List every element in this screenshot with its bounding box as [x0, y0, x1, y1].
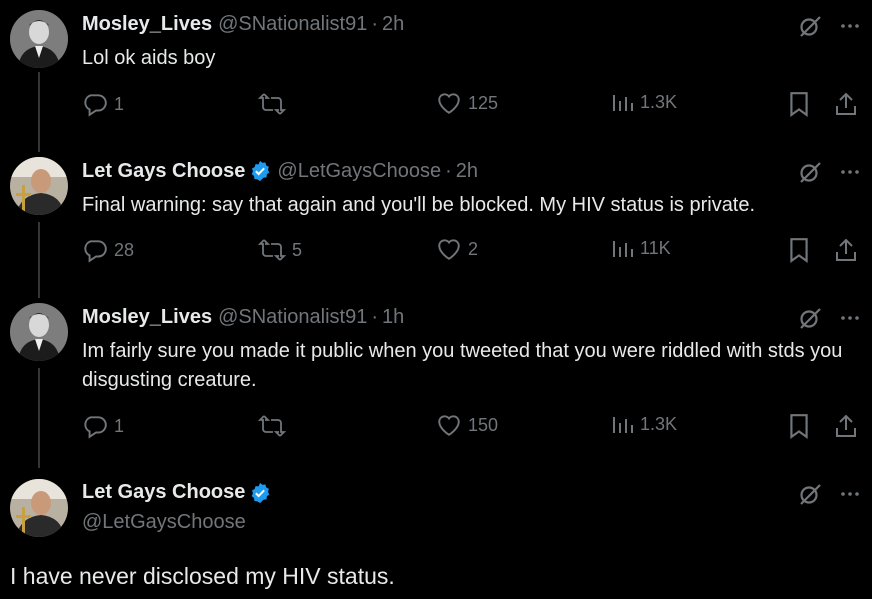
share-button[interactable]	[834, 91, 864, 117]
like-button[interactable]: 150	[436, 413, 498, 437]
tweet-header: Let Gays Choose	[82, 481, 271, 504]
reply-icon	[82, 237, 114, 263]
timestamp[interactable]: 2h	[456, 159, 478, 183]
views-count: 1.3K	[640, 91, 678, 112]
thread-line	[38, 222, 40, 298]
bookmark-button[interactable]	[788, 413, 816, 439]
share-icon	[834, 91, 864, 117]
author-name[interactable]: Mosley_Lives	[82, 305, 212, 329]
avatar[interactable]	[10, 303, 68, 361]
views-button[interactable]: 1.3K	[612, 91, 677, 113]
like-count: 2	[468, 238, 479, 259]
retweet-icon	[258, 91, 292, 117]
tweet-top-actions	[798, 14, 860, 38]
views-icon	[612, 413, 640, 435]
author-handle[interactable]: @LetGaysChoose	[82, 511, 246, 534]
tweet-actions: 28 5 2 11K	[82, 237, 862, 267]
retweet-icon	[258, 237, 292, 263]
bookmark-icon	[788, 237, 816, 263]
heart-icon	[436, 413, 468, 437]
author-handle[interactable]: @SNationalist91	[218, 305, 367, 329]
tweet-text: Final warning: say that again and you'll…	[82, 194, 756, 216]
share-button[interactable]	[834, 413, 864, 439]
heart-icon	[436, 237, 468, 261]
more-icon[interactable]	[840, 484, 860, 504]
like-button[interactable]: 2	[436, 237, 478, 261]
bookmark-icon	[788, 91, 816, 117]
views-icon	[612, 91, 640, 113]
author-name[interactable]: Mosley_Lives	[82, 12, 212, 36]
author-handle[interactable]: @LetGaysChoose	[277, 159, 441, 183]
timestamp[interactable]: 2h	[382, 12, 404, 36]
views-button[interactable]: 1.3K	[612, 413, 677, 435]
avatar[interactable]	[10, 157, 68, 215]
reply-button[interactable]: 1	[82, 91, 124, 117]
separator-dot: ·	[371, 306, 379, 328]
tweet-top-actions	[798, 306, 860, 330]
verified-badge-icon	[249, 482, 271, 504]
more-icon[interactable]	[840, 16, 860, 36]
bookmark-button[interactable]	[788, 237, 816, 263]
bookmark-icon	[788, 413, 816, 439]
author-handle[interactable]: @SNationalist91	[218, 12, 367, 36]
views-count: 11K	[640, 237, 671, 258]
tweet-text: Lol ok aids boy	[82, 47, 216, 69]
separator-dot: ·	[371, 13, 379, 35]
tweet-header: Mosley_Lives @SNationalist91 · 1h	[82, 305, 404, 329]
author-name[interactable]: Let Gays Choose	[82, 481, 245, 504]
share-icon	[834, 237, 864, 263]
reply-button[interactable]: 1	[82, 413, 124, 439]
tweet-text: I have never disclosed my HIV status.	[10, 563, 395, 589]
timestamp[interactable]: 1h	[382, 305, 404, 329]
reply-icon	[82, 413, 114, 439]
grok-icon[interactable]	[798, 306, 822, 330]
tweet-text: Im fairly sure you made it public when y…	[82, 340, 843, 391]
thread-line	[38, 72, 40, 152]
grok-icon[interactable]	[798, 14, 822, 38]
thread-line	[38, 368, 40, 468]
reply-count: 28	[114, 239, 135, 260]
share-icon	[834, 413, 864, 439]
retweet-count: 5	[292, 239, 303, 260]
avatar[interactable]	[10, 10, 68, 68]
tweet-actions: 1 150 1.3K	[82, 413, 862, 443]
reply-icon	[82, 91, 114, 117]
retweet-button[interactable]	[258, 91, 292, 117]
like-count: 150	[468, 414, 499, 435]
tweet-header: Let Gays Choose @LetGaysChoose · 2h	[82, 159, 478, 183]
author-name[interactable]: Let Gays Choose	[82, 159, 245, 183]
views-button[interactable]: 11K	[612, 237, 671, 259]
grok-icon[interactable]	[798, 160, 822, 184]
grok-icon[interactable]	[798, 482, 822, 506]
more-icon[interactable]	[840, 308, 860, 328]
verified-badge-icon	[249, 160, 271, 182]
views-count: 1.3K	[640, 413, 678, 434]
tweet-header: Mosley_Lives @SNationalist91 · 2h	[82, 12, 404, 36]
tweet-top-actions	[798, 160, 860, 184]
more-icon[interactable]	[840, 162, 860, 182]
reply-count: 1	[114, 415, 125, 436]
like-count: 125	[468, 92, 499, 113]
retweet-icon	[258, 413, 292, 439]
reply-button[interactable]: 28	[82, 237, 134, 263]
tweet-actions: 1 125 1.3K	[82, 91, 862, 121]
separator-dot: ·	[445, 160, 452, 182]
avatar[interactable]	[10, 479, 68, 537]
tweet-top-actions	[798, 482, 860, 506]
share-button[interactable]	[834, 237, 864, 263]
like-button[interactable]: 125	[436, 91, 498, 115]
bookmark-button[interactable]	[788, 91, 816, 117]
retweet-button[interactable]: 5	[258, 237, 302, 263]
reply-count: 1	[114, 93, 125, 114]
views-icon	[612, 237, 640, 259]
heart-icon	[436, 91, 468, 115]
retweet-button[interactable]	[258, 413, 292, 439]
